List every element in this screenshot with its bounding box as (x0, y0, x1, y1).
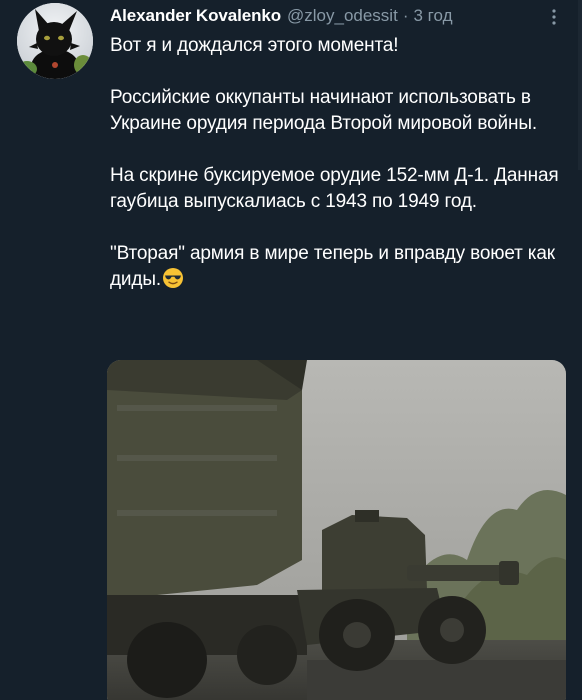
tweet-media-photo[interactable] (107, 360, 566, 700)
tweet-paragraph: Российские оккупанты начинают использова… (110, 87, 537, 134)
scrollbar[interactable] (578, 0, 582, 170)
photo-military-truck-towing-howitzer-icon (107, 360, 566, 700)
author-avatar[interactable] (17, 3, 93, 79)
tweet-paragraph-last: "Вторая" армия в мире теперь и вправду в… (110, 241, 565, 293)
author-display-name[interactable]: Alexander Kovalenko (110, 5, 281, 27)
sunglasses-emoji-icon (162, 267, 184, 289)
header-separator: · (402, 6, 409, 25)
tweet-header: Alexander Kovalenko @zloy_odessit · 3 го… (110, 5, 542, 29)
tweet-body: Вот я и дождался этого момента! Российск… (110, 33, 565, 293)
author-handle[interactable]: @zloy_odessit (287, 5, 398, 27)
tweet-paragraph: Вот я и дождался этого момента! (110, 35, 399, 56)
black-cat-avatar-icon (17, 3, 93, 79)
tweet-page: Alexander Kovalenko @zloy_odessit · 3 го… (0, 0, 582, 700)
more-vertical-icon (552, 9, 556, 25)
tweet-timestamp[interactable]: 3 год (413, 5, 452, 27)
more-options-button[interactable] (546, 6, 562, 28)
tweet-paragraph: На скрине буксируемое орудие 152-мм Д-1.… (110, 165, 559, 212)
